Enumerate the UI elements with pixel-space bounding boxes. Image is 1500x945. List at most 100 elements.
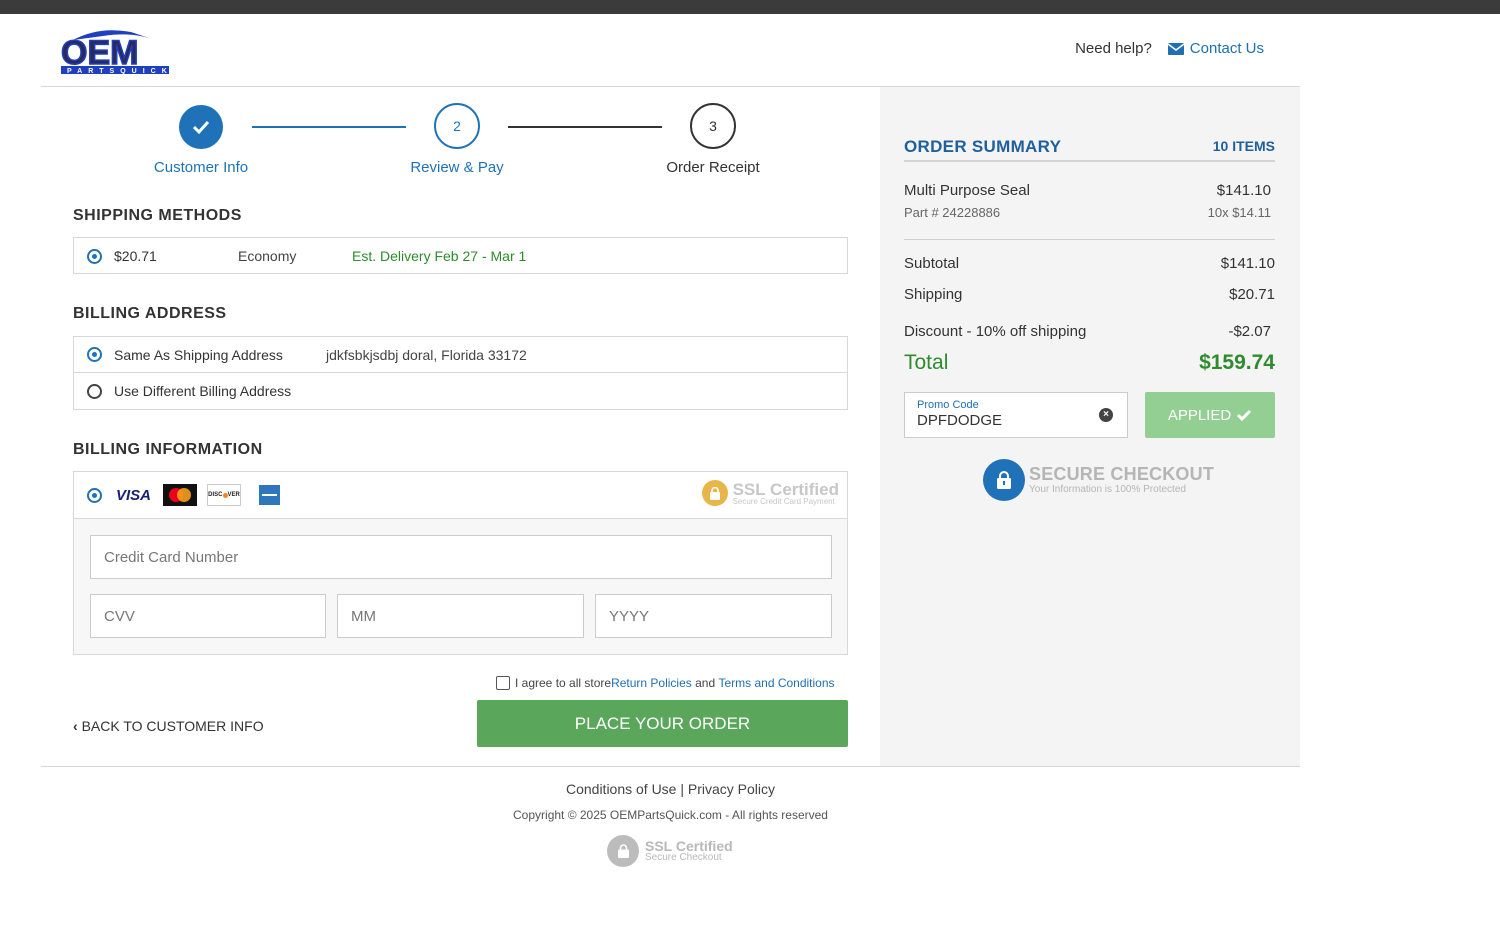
order-summary-panel: ORDER SUMMARY 10 ITEMS Multi Purpose Sea… bbox=[880, 87, 1300, 767]
footer-links[interactable]: Conditions of Use | Privacy Policy bbox=[0, 781, 1341, 797]
payment-method-row: VISA DISC VER SSL Certified Secure Credit… bbox=[74, 472, 847, 519]
item-name: Multi Purpose Seal bbox=[904, 182, 1030, 199]
radio-selected[interactable] bbox=[87, 487, 102, 503]
ssl-certified-badge: SSL Certified Secure Credit Card Payment bbox=[701, 479, 839, 506]
footer-ssl-title: SSL Certified bbox=[645, 838, 733, 854]
same-address-label: Same As Shipping Address bbox=[114, 346, 283, 363]
discount-value: -$2.07 bbox=[1228, 323, 1271, 340]
delivery-estimate: Est. Delivery Feb 27 - Mar 1 bbox=[352, 248, 527, 264]
subtotal-row: Subtotal $141.10 bbox=[904, 255, 1275, 272]
secure-checkout-subtitle: Your Information is 100% Protected bbox=[1029, 484, 1186, 496]
shipping-label: Shipping bbox=[904, 286, 963, 303]
window-top-bar bbox=[0, 0, 1500, 14]
shipping-address-text: jdkfsbkjsdbj doral, Florida 33172 bbox=[326, 346, 527, 363]
order-summary-header: ORDER SUMMARY 10 ITEMS bbox=[904, 137, 1275, 162]
copyright-text: Copyright © 2025 OEMPartsQuick.com - All… bbox=[513, 808, 828, 822]
item-price: $141.10 bbox=[1216, 182, 1271, 199]
ssl-subtitle: Secure Credit Card Payment bbox=[732, 496, 835, 506]
ssl-title: SSL Certified bbox=[732, 479, 839, 499]
mm-placeholder: MM bbox=[351, 607, 376, 625]
discount-label: Discount - 10% off shipping bbox=[904, 323, 1087, 340]
terms-agreement: I agree to all store Return Policies and… bbox=[496, 676, 835, 690]
items-count: 10 ITEMS bbox=[1212, 138, 1275, 154]
oem-logo[interactable]: OEM PARTSQUICK bbox=[59, 26, 171, 76]
shipping-method-box: $20.71 Economy Est. Delivery Feb 27 - Ma… bbox=[73, 237, 848, 274]
secure-checkout-badge: SECURE CHECKOUT Your Information is 100%… bbox=[983, 459, 1214, 501]
promo-code-label: Promo Code bbox=[917, 399, 979, 411]
footer-divider bbox=[41, 766, 1300, 767]
step-label: Review & Pay bbox=[410, 159, 504, 176]
visa-icon: VISA bbox=[116, 486, 152, 504]
expiry-month-field[interactable]: MM bbox=[337, 594, 584, 638]
contact-us-link[interactable]: Contact Us bbox=[1167, 40, 1264, 57]
secure-checkout-title: SECURE CHECKOUT bbox=[1029, 463, 1215, 484]
padlock-icon bbox=[983, 459, 1025, 501]
clear-promo-icon[interactable]: × bbox=[1099, 408, 1113, 422]
place-order-button[interactable]: PLACE YOUR ORDER bbox=[477, 700, 848, 747]
cvv-field[interactable]: CVV bbox=[90, 594, 326, 638]
footer-ssl-subtitle: Secure Checkout bbox=[645, 852, 722, 863]
shipping-methods-heading: SHIPPING METHODS bbox=[73, 207, 242, 224]
amex-icon bbox=[259, 485, 281, 505]
radio-selected[interactable] bbox=[87, 248, 102, 264]
summary-divider bbox=[904, 239, 1275, 240]
yyyy-placeholder: YYYY bbox=[609, 607, 650, 625]
promo-code-field[interactable]: Promo Code DPFDODGE × bbox=[904, 392, 1128, 438]
billing-address-heading: BILLING ADDRESS bbox=[73, 305, 227, 322]
discover-icon: DISC VER bbox=[207, 484, 242, 506]
discount-row: Discount - 10% off shipping -$2.07 bbox=[904, 323, 1275, 340]
item-part-number: Part # 24228886 bbox=[904, 205, 1001, 220]
footer-ssl-badge: SSL Certified Secure Checkout bbox=[607, 835, 733, 867]
chevron-left-icon: ‹ bbox=[73, 718, 78, 734]
shipping-row: Shipping $20.71 bbox=[904, 286, 1275, 303]
order-summary-title: ORDER SUMMARY bbox=[904, 137, 1062, 156]
billing-info-box: VISA DISC VER SSL Certified Secure Credit… bbox=[73, 471, 848, 655]
credit-card-number-field[interactable]: Credit Card Number bbox=[90, 535, 832, 579]
subtotal-label: Subtotal bbox=[904, 255, 960, 272]
step-review-pay: 2 Review & Pay bbox=[377, 103, 537, 176]
promo-code-value: DPFDODGE bbox=[917, 412, 1003, 429]
applied-button[interactable]: APPLIED bbox=[1145, 392, 1275, 438]
agree-checkbox[interactable] bbox=[496, 676, 510, 690]
step-label: Order Receipt bbox=[666, 159, 760, 176]
applied-label: APPLIED bbox=[1167, 406, 1232, 424]
need-help-text: Need help? bbox=[1075, 40, 1152, 57]
agree-prefix: I agree to all store bbox=[515, 676, 612, 690]
line-item-detail: Part # 24228886 10x $14.11 bbox=[904, 205, 1275, 220]
card-number-placeholder: Credit Card Number bbox=[104, 548, 239, 566]
step-customer-info[interactable]: Customer Info bbox=[121, 105, 281, 176]
back-to-customer-info-link[interactable]: ‹ BACK TO CUSTOMER INFO bbox=[73, 718, 264, 734]
shipping-price: $20.71 bbox=[114, 248, 157, 264]
radio-selected[interactable] bbox=[87, 347, 102, 362]
checkout-main: Customer Info 2 Review & Pay 3 Order Rec… bbox=[41, 87, 880, 767]
checkmark-icon bbox=[1237, 409, 1252, 421]
terms-conditions-link[interactable]: Terms and Conditions bbox=[718, 676, 834, 690]
checkmark-icon bbox=[179, 105, 223, 149]
subtotal-value: $141.10 bbox=[1220, 255, 1275, 272]
different-address-label: Use Different Billing Address bbox=[114, 383, 292, 399]
radio-unselected[interactable] bbox=[87, 383, 102, 399]
return-policies-link[interactable]: Return Policies bbox=[611, 676, 692, 690]
site-header: OEM PARTSQUICK Need help? Contact Us bbox=[41, 14, 1300, 87]
expiry-year-field[interactable]: YYYY bbox=[595, 594, 832, 638]
cvv-placeholder: CVV bbox=[104, 607, 135, 625]
mastercard-icon bbox=[163, 484, 198, 506]
help-area: Need help? Contact Us bbox=[1075, 40, 1264, 57]
total-value: $159.74 bbox=[1199, 351, 1275, 374]
item-quantity: 10x $14.11 bbox=[1207, 205, 1271, 220]
same-address-option[interactable]: Same As Shipping Address jdkfsbkjsdbj do… bbox=[74, 337, 847, 373]
billing-information-heading: BILLING INFORMATION bbox=[73, 441, 263, 458]
line-item: Multi Purpose Seal $141.10 bbox=[904, 182, 1275, 199]
step-number: 2 bbox=[434, 103, 480, 149]
agree-and: and bbox=[691, 676, 719, 690]
shipping-option[interactable]: $20.71 Economy Est. Delivery Feb 27 - Ma… bbox=[74, 238, 847, 274]
svg-text:PARTSQUICK: PARTSQUICK bbox=[67, 68, 171, 75]
back-label: BACK TO CUSTOMER INFO bbox=[81, 718, 264, 734]
step-number: 3 bbox=[690, 103, 736, 149]
envelope-icon bbox=[1167, 42, 1184, 55]
shipping-value: $20.71 bbox=[1229, 286, 1275, 303]
contact-us-label: Contact Us bbox=[1189, 40, 1264, 57]
different-address-option[interactable]: Use Different Billing Address bbox=[74, 373, 847, 409]
billing-address-box: Same As Shipping Address jdkfsbkjsdbj do… bbox=[73, 336, 848, 410]
total-row: Total $159.74 bbox=[904, 351, 1275, 375]
